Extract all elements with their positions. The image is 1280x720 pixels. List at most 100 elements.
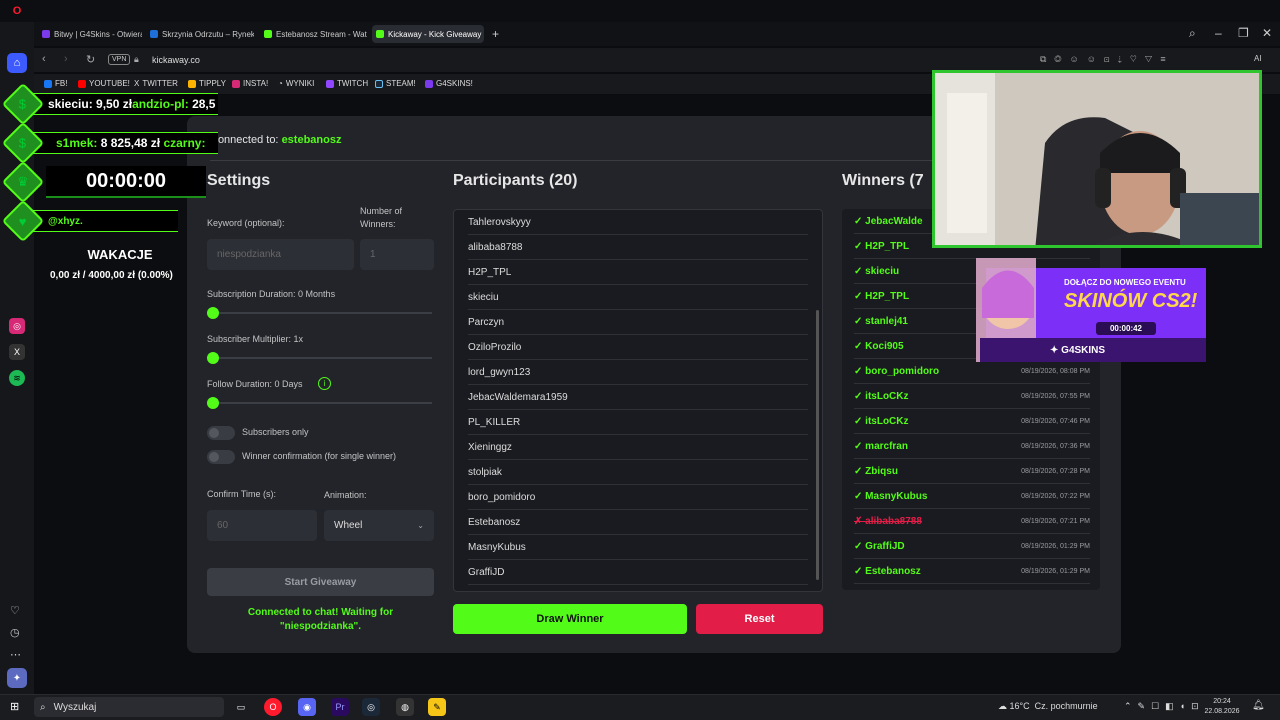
participant-row[interactable]: GraffiJD: [468, 560, 808, 585]
participant-row[interactable]: JebacWaldemara1959: [468, 385, 808, 410]
youtube-icon: [78, 79, 86, 88]
info-icon[interactable]: i: [318, 377, 331, 390]
bookmark-steam[interactable]: STEAM!: [375, 79, 416, 88]
crown-badge: ♛: [1, 160, 45, 204]
start-icon[interactable]: ⊞: [10, 700, 19, 713]
winners-count-input[interactable]: 1: [360, 239, 434, 270]
confirm-time-input[interactable]: 60: [207, 510, 317, 541]
new-tab-button[interactable]: +: [488, 25, 502, 43]
follow-duration-knob[interactable]: [207, 397, 219, 409]
winner-confirmation-toggle[interactable]: [207, 450, 235, 464]
weather-widget[interactable]: ☁ 16°C Cz. pochmurnie: [998, 701, 1098, 712]
participant-row[interactable]: Xieninggz: [468, 435, 808, 460]
winner-name: itsLoCKz: [865, 390, 909, 402]
follow-duration-slider[interactable]: [212, 402, 432, 404]
obs-icon[interactable]: ◍: [396, 698, 414, 716]
tab-label: Estebanosz Stream - Wat: [276, 29, 367, 39]
spotify-icon[interactable]: ≋: [9, 370, 25, 386]
bookmark-youtube[interactable]: YOUTUBE!: [78, 79, 130, 88]
participant-row[interactable]: skieciu: [468, 285, 808, 310]
url-text[interactable]: kickaway.co: [152, 55, 200, 65]
ai-icon[interactable]: AI: [1254, 54, 1262, 63]
home-icon[interactable]: ⌂: [7, 53, 27, 73]
reload-icon[interactable]: ↻: [86, 53, 95, 66]
bookmark-wyniki[interactable]: ◔ WYNIKI: [278, 79, 314, 88]
winner-row[interactable]: ✓ Estebanosz 08/19/2026, 01:29 PM: [854, 559, 1090, 584]
maximize-icon[interactable]: ❐: [1238, 26, 1249, 40]
opera-logo-icon[interactable]: O: [7, 1, 27, 21]
reset-button[interactable]: Reset: [696, 604, 823, 634]
winner-row[interactable]: ✓ marcfran 08/19/2026, 07:36 PM: [854, 434, 1090, 459]
bookmark-fb[interactable]: FB!: [44, 79, 67, 88]
cross-icon: ✗: [854, 515, 866, 527]
app-icon[interactable]: ✎: [428, 698, 446, 716]
participant-row[interactable]: H2P_TPL: [468, 260, 808, 285]
clock[interactable]: 20:24 22.08.2026: [1200, 697, 1244, 717]
back-icon[interactable]: ‹: [42, 53, 46, 65]
instagram-icon[interactable]: ◎: [9, 318, 25, 334]
winner-row[interactable]: ✗ alibaba8788 08/19/2026, 07:21 PM: [854, 509, 1090, 534]
participant-row[interactable]: OziloProzilo: [468, 335, 808, 360]
history-icon[interactable]: ◷: [10, 626, 20, 639]
opera-icon[interactable]: O: [264, 698, 282, 716]
bookmark-g4skins[interactable]: G4SKINS!: [425, 79, 473, 88]
lock-icon[interactable]: 🔒︎: [134, 54, 139, 65]
animation-select[interactable]: Wheel ⌄: [324, 510, 434, 541]
x-icon[interactable]: X: [9, 344, 25, 360]
participant-row[interactable]: Tahlerovskyyy: [468, 210, 808, 235]
scrollbar[interactable]: [816, 310, 819, 580]
tab-2[interactable]: Skrzynia Odrzutu – Rynek: [146, 25, 254, 43]
winner-row[interactable]: ✓ MasnyKubus 08/19/2026, 07:22 PM: [854, 484, 1090, 509]
start-giveaway-button[interactable]: Start Giveaway: [207, 568, 434, 596]
notification-icon[interactable]: 🔔︎: [1252, 700, 1265, 711]
premiere-icon[interactable]: Pr: [331, 698, 349, 716]
winner-row[interactable]: ✓ GraffiJD 08/19/2026, 01:29 PM: [854, 534, 1090, 559]
winner-row[interactable]: ✓ Zbiqsu 08/19/2026, 07:28 PM: [854, 459, 1090, 484]
sub-multiplier-knob[interactable]: [207, 352, 219, 364]
promo-banner[interactable]: DOŁĄCZ DO NOWEGO EVENTU SKINÓW CS2! 00:0…: [976, 258, 1208, 362]
participant-row[interactable]: Parczyn: [468, 310, 808, 335]
winner-row[interactable]: ✓ boro_pomidoro 08/19/2026, 08:08 PM: [854, 359, 1090, 384]
draw-winner-button[interactable]: Draw Winner: [453, 604, 687, 634]
bookmark-insta[interactable]: INSTA!: [232, 79, 268, 88]
subscribers-only-toggle[interactable]: [207, 426, 235, 440]
discord-icon[interactable]: ◉: [298, 698, 316, 716]
participant-row[interactable]: PL_KILLER: [468, 410, 808, 435]
winner-name: alibaba8788: [865, 515, 922, 527]
tab-3[interactable]: Estebanosz Stream - Wat: [260, 25, 368, 43]
steam-icon[interactable]: ◎: [362, 698, 380, 716]
aria-icon[interactable]: ✦: [7, 668, 27, 688]
donor-name: andzio-pl:: [132, 97, 189, 111]
close-icon[interactable]: ✕: [1262, 26, 1272, 40]
minimize-icon[interactable]: –: [1215, 26, 1222, 40]
vpn-badge[interactable]: VPN: [108, 54, 131, 65]
keyword-input[interactable]: niespodzianka: [207, 239, 354, 270]
participant-row[interactable]: lord_gwyn123: [468, 360, 808, 385]
connected-label: Connected to:: [210, 134, 279, 146]
bookmark-twitch[interactable]: TWITCH: [326, 79, 368, 88]
participants-list[interactable]: Tahlerovskyyy alibaba8788 H2P_TPL skieciu Pa…: [453, 209, 823, 592]
tab-1[interactable]: Bitwy | G4Skins - Otwieraj: [38, 25, 142, 43]
participant-row[interactable]: stolpiak: [468, 460, 808, 485]
participant-name: stolpiak: [468, 466, 502, 478]
bookmark-twitter[interactable]: X TWITTER: [134, 79, 178, 88]
toolbar-icons[interactable]: ⧉◎☺☺⊡⇣♡▽≡: [1040, 54, 1174, 65]
heart-icon[interactable]: ♡: [10, 604, 20, 617]
taskbar-search[interactable]: ⌕ Wyszukaj: [34, 697, 224, 717]
search-tabs-icon[interactable]: ⌕: [1189, 26, 1196, 41]
participant-row[interactable]: Estebanosz: [468, 510, 808, 535]
sub-multiplier-slider[interactable]: [212, 357, 432, 359]
winner-row[interactable]: ✓ itsLoCKz 08/19/2026, 07:46 PM: [854, 409, 1090, 434]
tab-4-active[interactable]: Kickaway - Kick Giveaway: [372, 25, 484, 43]
winner-row[interactable]: ✓ itsLoCKz 08/19/2026, 07:55 PM: [854, 384, 1090, 409]
task-view-icon[interactable]: ▭: [232, 698, 250, 716]
bookmark-tipply[interactable]: TIPPLY: [188, 79, 226, 88]
participant-row[interactable]: boro_pomidoro: [468, 485, 808, 510]
tray-icons[interactable]: ⌃✎☐◧◖⊡: [1124, 701, 1205, 712]
more-icon[interactable]: ⋯: [10, 648, 21, 661]
sub-duration-knob[interactable]: [207, 307, 219, 319]
forward-icon[interactable]: ›: [64, 53, 68, 65]
sub-duration-slider[interactable]: [212, 312, 432, 314]
participant-row[interactable]: alibaba8788: [468, 235, 808, 260]
participant-row[interactable]: MasnyKubus: [468, 535, 808, 560]
